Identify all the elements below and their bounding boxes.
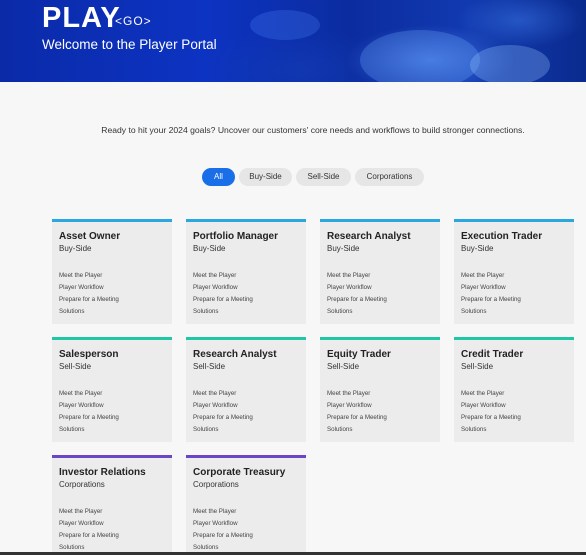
- prepare-meeting-link[interactable]: Prepare for a Meeting: [59, 296, 119, 303]
- player-card-execution-trader[interactable]: Execution Trader Buy-Side Meet the Playe…: [454, 219, 574, 324]
- filter-all[interactable]: All: [202, 168, 235, 186]
- solutions-link[interactable]: Solutions: [461, 426, 486, 433]
- player-workflow-link[interactable]: Player Workflow: [59, 284, 104, 291]
- logo-subtitle: <GO>: [115, 14, 152, 28]
- player-card-salesperson[interactable]: Salesperson Sell-Side Meet the Player Pl…: [52, 337, 172, 442]
- background-glow: [470, 45, 550, 82]
- player-card-research-analyst-sell-side[interactable]: Research Analyst Sell-Side Meet the Play…: [186, 337, 306, 442]
- card-title: Research Analyst: [193, 349, 277, 360]
- card-title: Credit Trader: [461, 349, 524, 360]
- prepare-meeting-link[interactable]: Prepare for a Meeting: [327, 296, 387, 303]
- filter-sell-side[interactable]: Sell-Side: [296, 168, 351, 186]
- prepare-meeting-link[interactable]: Prepare for a Meeting: [193, 532, 253, 539]
- solutions-link[interactable]: Solutions: [59, 426, 84, 433]
- meet-the-player-link[interactable]: Meet the Player: [327, 272, 370, 279]
- player-card-research-analyst-buy-side[interactable]: Research Analyst Buy-Side Meet the Playe…: [320, 219, 440, 324]
- card-title: Asset Owner: [59, 231, 121, 242]
- prepare-meeting-link[interactable]: Prepare for a Meeting: [327, 414, 387, 421]
- card-title: Corporate Treasury: [193, 467, 286, 478]
- meet-the-player-link[interactable]: Meet the Player: [461, 390, 504, 397]
- solutions-link[interactable]: Solutions: [59, 308, 84, 315]
- card-category: Buy-Side: [193, 244, 226, 253]
- solutions-link[interactable]: Solutions: [193, 544, 218, 551]
- card-title: Portfolio Manager: [193, 231, 279, 242]
- meet-the-player-link[interactable]: Meet the Player: [327, 390, 370, 397]
- player-workflow-link[interactable]: Player Workflow: [461, 284, 506, 291]
- meet-the-player-link[interactable]: Meet the Player: [59, 508, 102, 515]
- card-title: Equity Trader: [327, 349, 391, 360]
- prepare-meeting-link[interactable]: Prepare for a Meeting: [193, 414, 253, 421]
- card-category: Corporations: [193, 480, 239, 489]
- card-category: Corporations: [59, 480, 105, 489]
- player-card-credit-trader[interactable]: Credit Trader Sell-Side Meet the Player …: [454, 337, 574, 442]
- solutions-link[interactable]: Solutions: [193, 308, 218, 315]
- player-card-corporate-treasury[interactable]: Corporate Treasury Corporations Meet the…: [186, 455, 306, 555]
- solutions-link[interactable]: Solutions: [461, 308, 486, 315]
- background-glow: [360, 30, 480, 82]
- player-card-investor-relations[interactable]: Investor Relations Corporations Meet the…: [52, 455, 172, 555]
- player-workflow-link[interactable]: Player Workflow: [193, 284, 238, 291]
- prepare-meeting-link[interactable]: Prepare for a Meeting: [59, 532, 119, 539]
- meet-the-player-link[interactable]: Meet the Player: [461, 272, 504, 279]
- card-title: Salesperson: [59, 349, 119, 360]
- solutions-link[interactable]: Solutions: [59, 544, 84, 551]
- card-title: Execution Trader: [461, 231, 543, 242]
- player-workflow-link[interactable]: Player Workflow: [193, 402, 238, 409]
- player-workflow-link[interactable]: Player Workflow: [327, 284, 372, 291]
- card-category: Buy-Side: [461, 244, 494, 253]
- card-category: Sell-Side: [327, 362, 360, 371]
- solutions-link[interactable]: Solutions: [327, 308, 352, 315]
- intro-text: Ready to hit your 2024 goals? Uncover ou…: [101, 125, 525, 135]
- filter-buy-side[interactable]: Buy-Side: [239, 168, 292, 186]
- meet-the-player-link[interactable]: Meet the Player: [59, 390, 102, 397]
- meet-the-player-link[interactable]: Meet the Player: [193, 390, 236, 397]
- player-workflow-link[interactable]: Player Workflow: [327, 402, 372, 409]
- player-workflow-link[interactable]: Player Workflow: [59, 402, 104, 409]
- prepare-meeting-link[interactable]: Prepare for a Meeting: [59, 414, 119, 421]
- filter-corporations[interactable]: Corporations: [355, 168, 424, 186]
- solutions-link[interactable]: Solutions: [327, 426, 352, 433]
- player-workflow-link[interactable]: Player Workflow: [59, 520, 104, 527]
- meet-the-player-link[interactable]: Meet the Player: [193, 508, 236, 515]
- player-card-equity-trader[interactable]: Equity Trader Sell-Side Meet the Player …: [320, 337, 440, 442]
- card-category: Sell-Side: [59, 362, 92, 371]
- player-workflow-link[interactable]: Player Workflow: [193, 520, 238, 527]
- card-category: Buy-Side: [327, 244, 360, 253]
- card-title: Investor Relations: [59, 467, 146, 478]
- logo: PLAY: [42, 2, 121, 34]
- portal-title: Welcome to the Player Portal: [42, 37, 217, 52]
- card-title: Research Analyst: [327, 231, 411, 242]
- prepare-meeting-link[interactable]: Prepare for a Meeting: [193, 296, 253, 303]
- player-card-portfolio-manager[interactable]: Portfolio Manager Buy-Side Meet the Play…: [186, 219, 306, 324]
- solutions-link[interactable]: Solutions: [193, 426, 218, 433]
- meet-the-player-link[interactable]: Meet the Player: [193, 272, 236, 279]
- prepare-meeting-link[interactable]: Prepare for a Meeting: [461, 296, 521, 303]
- prepare-meeting-link[interactable]: Prepare for a Meeting: [461, 414, 521, 421]
- card-category: Buy-Side: [59, 244, 92, 253]
- player-card-asset-owner[interactable]: Asset Owner Buy-Side Meet the Player Pla…: [52, 219, 172, 324]
- card-category: Sell-Side: [193, 362, 226, 371]
- hero-banner: PLAY <GO> Welcome to the Player Portal: [0, 0, 586, 82]
- player-workflow-link[interactable]: Player Workflow: [461, 402, 506, 409]
- background-glow: [250, 10, 320, 40]
- meet-the-player-link[interactable]: Meet the Player: [59, 272, 102, 279]
- card-category: Sell-Side: [461, 362, 494, 371]
